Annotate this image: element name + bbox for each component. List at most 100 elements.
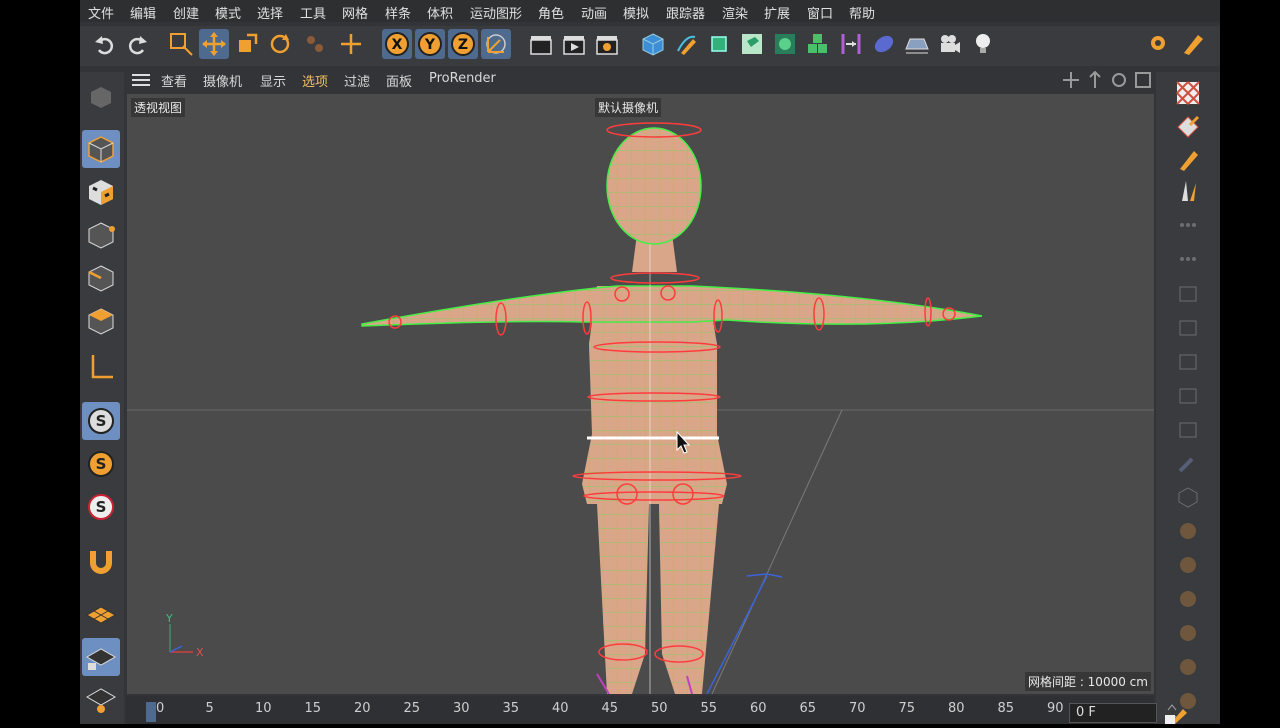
live-selection-button[interactable] xyxy=(166,29,196,59)
menu-extensions[interactable]: 扩展 xyxy=(764,3,790,22)
paint-mesh-button[interactable] xyxy=(1172,112,1204,142)
scene-canvas[interactable]: Y X xyxy=(127,94,1154,694)
menu-window[interactable]: 窗口 xyxy=(807,3,833,22)
sculpt-button[interactable] xyxy=(1172,144,1204,174)
polygons-mode-button[interactable] xyxy=(82,302,120,340)
x-axis-button[interactable]: X xyxy=(382,29,412,59)
render-picture-viewer-button[interactable] xyxy=(559,29,589,59)
pen-spline-button[interactable] xyxy=(671,29,701,59)
key-tool-button[interactable] xyxy=(1163,703,1193,724)
camera-button[interactable] xyxy=(935,29,965,59)
playhead[interactable] xyxy=(146,702,156,722)
disabled-tool-2[interactable] xyxy=(1172,244,1204,274)
edges-mode-button[interactable] xyxy=(82,259,120,297)
render-settings-button[interactable] xyxy=(592,29,622,59)
checker-material-button[interactable] xyxy=(1172,78,1204,108)
field-button[interactable] xyxy=(869,29,899,59)
box-icon xyxy=(1179,354,1197,370)
menu-animate[interactable]: 动画 xyxy=(581,3,607,22)
menu-simulate[interactable]: 模拟 xyxy=(623,3,649,22)
model-mode-button[interactable] xyxy=(82,130,120,168)
workplane-button[interactable] xyxy=(82,596,120,634)
light-button[interactable] xyxy=(968,29,998,59)
rotate-view-icon[interactable] xyxy=(1110,71,1128,89)
viewport-menu-display[interactable]: 显示 xyxy=(260,71,286,90)
disabled-tool-5[interactable] xyxy=(1172,346,1204,376)
brush-button[interactable] xyxy=(1178,29,1208,59)
planar-workplane-button[interactable] xyxy=(82,680,120,718)
menu-create[interactable]: 创建 xyxy=(173,3,199,22)
coordinate-system-button[interactable] xyxy=(481,29,511,59)
axis-mode-button[interactable] xyxy=(82,348,120,386)
menu-edit[interactable]: 编辑 xyxy=(130,3,156,22)
make-editable-button[interactable] xyxy=(82,78,120,116)
disabled-tool-10[interactable] xyxy=(1172,516,1204,546)
maximize-view-icon[interactable] xyxy=(1134,71,1152,89)
extrude-button[interactable] xyxy=(737,29,767,59)
menu-tools[interactable]: 工具 xyxy=(300,3,326,22)
scale-tool-button[interactable] xyxy=(232,29,262,59)
perspective-viewport[interactable]: Y X 透视视图 默认摄像机 网格间距 : 10000 cm xyxy=(127,94,1154,694)
settings-button[interactable] xyxy=(1144,29,1174,59)
menu-character[interactable]: 角色 xyxy=(538,3,564,22)
menu-select[interactable]: 选择 xyxy=(257,3,283,22)
snap-button[interactable]: S xyxy=(82,402,120,440)
cloner-button[interactable] xyxy=(770,29,800,59)
viewport-menu-filter[interactable]: 过滤 xyxy=(344,71,370,90)
y-axis-icon: Y xyxy=(418,32,442,56)
menu-help[interactable]: 帮助 xyxy=(849,3,875,22)
disabled-tool-4[interactable] xyxy=(1172,312,1204,342)
menu-mograph[interactable]: 运动图形 xyxy=(470,3,522,22)
menu-file[interactable]: 文件 xyxy=(88,3,114,22)
menu-spline[interactable]: 样条 xyxy=(385,3,411,22)
render-view-button[interactable] xyxy=(526,29,556,59)
snap-settings-button[interactable]: S xyxy=(82,445,120,483)
y-axis-button[interactable]: Y xyxy=(415,29,445,59)
subdivision-surface-button[interactable] xyxy=(704,29,734,59)
disabled-tool-3[interactable] xyxy=(1172,278,1204,308)
texture-mode-button[interactable] xyxy=(82,173,120,211)
disabled-tool-9[interactable] xyxy=(1172,482,1204,512)
timeline-tick: 35 xyxy=(502,701,520,716)
menu-tracker[interactable]: 跟踪器 xyxy=(666,3,705,22)
viewport-menu-panel[interactable]: 面板 xyxy=(386,71,412,90)
locked-workplane-button[interactable] xyxy=(82,638,120,676)
viewport-menu-cameras[interactable]: 摄像机 xyxy=(203,71,242,90)
mograph-button[interactable] xyxy=(803,29,833,59)
magnet-button[interactable] xyxy=(82,542,120,580)
floor-button[interactable] xyxy=(902,29,932,59)
disabled-tool-12[interactable] xyxy=(1172,584,1204,614)
disabled-tool-1[interactable] xyxy=(1172,210,1204,240)
current-frame-field[interactable]: 0 F xyxy=(1069,703,1157,723)
disabled-tool-7[interactable] xyxy=(1172,414,1204,444)
zoom-view-icon[interactable] xyxy=(1086,71,1104,89)
snap-workplane-button[interactable]: S xyxy=(82,488,120,526)
disabled-tool-8[interactable] xyxy=(1172,448,1204,478)
menu-mesh[interactable]: 网格 xyxy=(342,3,368,22)
z-axis-button[interactable]: Z xyxy=(448,29,478,59)
disabled-tool-6[interactable] xyxy=(1172,380,1204,410)
hamburger-icon[interactable] xyxy=(132,73,150,87)
menu-render[interactable]: 渲染 xyxy=(722,3,748,22)
points-mode-button[interactable] xyxy=(82,216,120,254)
menu-mode[interactable]: 模式 xyxy=(215,3,241,22)
viewport-menu-options[interactable]: 选项 xyxy=(302,71,328,90)
move-tool-button[interactable] xyxy=(199,29,229,59)
viewport-menu-prorender[interactable]: ProRender xyxy=(429,71,496,86)
pan-view-icon[interactable] xyxy=(1062,71,1080,89)
disabled-tool-14[interactable] xyxy=(1172,652,1204,682)
cinema4d-window: 文件 编辑 创建 模式 选择 工具 网格 样条 体积 运动图形 角色 动画 模拟… xyxy=(80,0,1220,724)
disabled-tool-13[interactable] xyxy=(1172,618,1204,648)
viewport-menu-view[interactable]: 查看 xyxy=(161,71,187,90)
undo-button[interactable] xyxy=(90,29,120,59)
knife-button[interactable] xyxy=(1172,176,1204,206)
recent-tool-button[interactable] xyxy=(300,29,330,59)
deformer-button[interactable] xyxy=(836,29,866,59)
disabled-tool-11[interactable] xyxy=(1172,550,1204,580)
snap-white-icon: S xyxy=(88,494,114,520)
rotate-tool-button[interactable] xyxy=(265,29,295,59)
redo-button[interactable] xyxy=(122,29,152,59)
coordinate-tool-button[interactable] xyxy=(336,29,366,59)
menu-volume[interactable]: 体积 xyxy=(427,3,453,22)
cube-primitive-button[interactable] xyxy=(638,29,668,59)
